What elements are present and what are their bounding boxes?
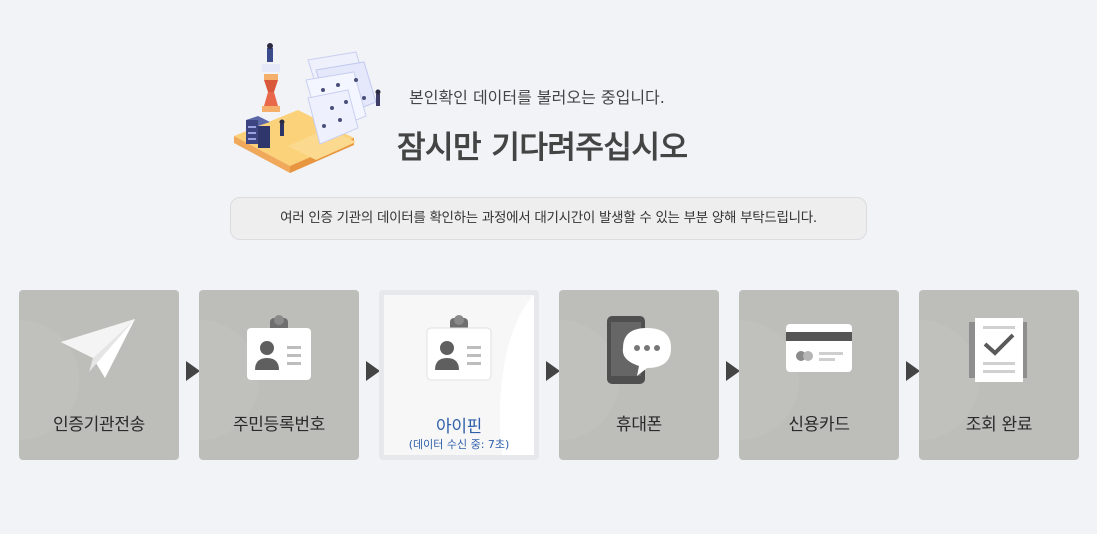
step-arrow-icon <box>906 361 920 381</box>
id-card-icon <box>426 315 492 381</box>
step-status: (데이터 수신 중: 7초) <box>408 438 510 451</box>
credit-card-icon <box>786 324 852 372</box>
step-ipin: 아이핀 (데이터 수신 중: 7초) <box>379 290 539 460</box>
step-arrow-icon <box>186 361 200 381</box>
step-label: 아이핀 <box>435 417 483 437</box>
notice-banner: 여러 인증 기관의 데이터를 확인하는 과정에서 대기시간이 발생할 수 있는 … <box>230 197 867 240</box>
step-label: 신용카드 <box>788 415 850 435</box>
step-certificate-transfer: 인증기관전송 <box>19 290 179 460</box>
paper-plane-icon <box>61 319 135 378</box>
loading-illustration <box>234 43 381 173</box>
document-check-icon <box>969 318 1027 382</box>
page-title: 잠시만 기다려주십시오 <box>397 130 688 166</box>
step-lookup-complete: 조회 완료 <box>919 290 1079 460</box>
step-label: 조회 완료 <box>965 415 1033 435</box>
mobile-phone-icon <box>607 316 671 384</box>
step-label: 휴대폰 <box>615 415 663 435</box>
step-mobile-phone: 휴대폰 <box>559 290 719 460</box>
step-label: 인증기관전송 <box>52 415 146 435</box>
step-arrow-icon <box>546 361 560 381</box>
step-arrow-icon <box>366 361 380 381</box>
step-arrow-icon <box>726 361 740 381</box>
step-credit-card: 신용카드 <box>739 290 899 460</box>
step-label: 주민등록번호 <box>232 415 326 435</box>
step-resident-number: 주민등록번호 <box>199 290 359 460</box>
id-card-icon <box>247 315 311 380</box>
loading-subtitle: 본인확인 데이터를 불러오는 중입니다. <box>409 88 665 107</box>
